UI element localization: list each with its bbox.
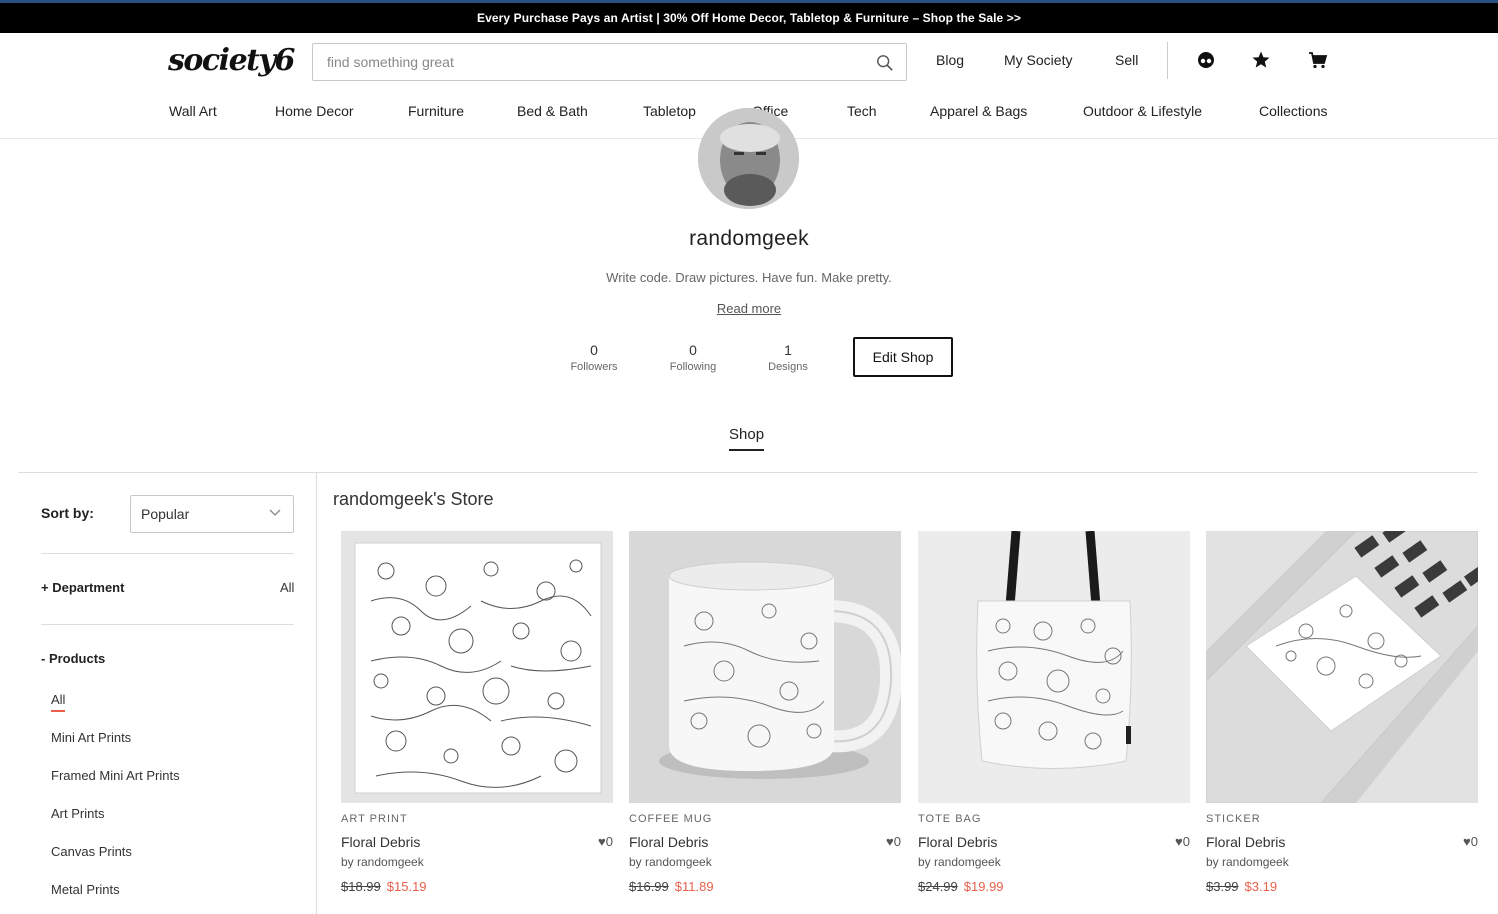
like-count: 0	[1470, 834, 1478, 849]
product-card[interactable]: COFFEE MUG Floral Debris ♥0 by randomgee…	[629, 531, 901, 894]
stat-followers[interactable]: 0 Followers	[554, 342, 634, 373]
content-divider	[18, 472, 1478, 473]
category-outdoor-lifestyle[interactable]: Outdoor & Lifestyle	[1083, 103, 1202, 119]
heart-icon: ♥	[598, 834, 606, 849]
like-count: 0	[1182, 834, 1190, 849]
product-card[interactable]: ART PRINT Floral Debris ♥0 by randomgeek…	[341, 531, 613, 894]
stat-following-count: 0	[689, 342, 697, 358]
product-filter-canvas-prints[interactable]: Canvas Prints	[51, 844, 132, 859]
stat-followers-count: 0	[590, 342, 598, 358]
product-filter-framed-mini-art-prints[interactable]: Framed Mini Art Prints	[51, 768, 180, 783]
product-title[interactable]: Floral Debris	[629, 834, 708, 850]
product-artist[interactable]: by randomgeek	[629, 855, 901, 869]
header-divider	[1167, 42, 1168, 79]
category-home-decor[interactable]: Home Decor	[275, 103, 354, 119]
sort-select[interactable]: Popular	[130, 495, 294, 533]
stat-designs-label: Designs	[768, 361, 808, 373]
edit-shop-button[interactable]: Edit Shop	[853, 337, 953, 377]
search-icon[interactable]	[876, 54, 894, 72]
like-button[interactable]: ♥0	[598, 834, 613, 850]
star-icon[interactable]	[1251, 50, 1271, 70]
product-image-tote-bag[interactable]	[918, 531, 1190, 803]
profile-avatar	[698, 108, 799, 209]
product-card[interactable]: STICKER Floral Debris ♥0 by randomgeek $…	[1206, 531, 1478, 894]
sort-label: Sort by:	[41, 505, 94, 521]
category-collections[interactable]: Collections	[1259, 103, 1327, 119]
nav-link-blog[interactable]: Blog	[936, 52, 964, 68]
category-bed-bath[interactable]: Bed & Bath	[517, 103, 588, 119]
profile-bio: Write code. Draw pictures. Have fun. Mak…	[606, 270, 892, 285]
search-box	[312, 43, 907, 81]
heart-icon: ♥	[1463, 834, 1471, 849]
product-title[interactable]: Floral Debris	[341, 834, 420, 850]
cart-icon[interactable]	[1308, 50, 1328, 70]
sale-price: $19.99	[963, 879, 1004, 894]
department-filter-value: All	[280, 580, 295, 595]
heart-icon: ♥	[886, 834, 894, 849]
product-type: COFFEE MUG	[629, 813, 713, 825]
category-tabletop[interactable]: Tabletop	[643, 103, 696, 119]
original-price: $18.99	[341, 879, 381, 894]
sale-price: $15.19	[386, 879, 427, 894]
like-count: 0	[605, 834, 613, 849]
products-filter-toggle[interactable]: - Products	[41, 651, 105, 666]
original-price: $16.99	[629, 879, 669, 894]
product-title[interactable]: Floral Debris	[1206, 834, 1285, 850]
product-card[interactable]: TOTE BAG Floral Debris ♥0 by randomgeek …	[918, 531, 1190, 894]
product-artist[interactable]: by randomgeek	[918, 855, 1190, 869]
stat-followers-label: Followers	[570, 361, 618, 373]
product-filter-metal-prints[interactable]: Metal Prints	[51, 882, 120, 897]
product-artist[interactable]: by randomgeek	[341, 855, 613, 869]
sale-price: $11.89	[674, 879, 714, 894]
category-apparel-bags[interactable]: Apparel & Bags	[930, 103, 1027, 119]
promo-text[interactable]: Every Purchase Pays an Artist | 30% Off …	[477, 11, 1021, 25]
tab-shop[interactable]: Shop	[729, 426, 765, 451]
category-furniture[interactable]: Furniture	[408, 103, 464, 119]
category-tech[interactable]: Tech	[847, 103, 877, 119]
nav-link-my-society[interactable]: My Society	[1004, 52, 1072, 68]
product-image-coffee-mug[interactable]	[629, 531, 901, 803]
stat-designs-count: 1	[784, 342, 792, 358]
product-type: TOTE BAG	[918, 813, 982, 825]
read-more-link[interactable]: Read more	[717, 301, 781, 316]
stat-designs[interactable]: 1 Designs	[748, 342, 828, 373]
site-logo[interactable]: society6	[168, 43, 295, 78]
stat-following-label: Following	[669, 361, 717, 373]
like-count: 0	[893, 834, 901, 849]
product-image-art-print[interactable]	[341, 531, 613, 803]
heart-icon: ♥	[1175, 834, 1183, 849]
department-filter-toggle[interactable]: + Department	[41, 580, 124, 595]
nav-link-sell[interactable]: Sell	[1115, 52, 1138, 68]
product-filter-art-prints[interactable]: Art Prints	[51, 806, 104, 821]
sale-price: $3.19	[1244, 879, 1278, 894]
sidebar-separator	[41, 624, 294, 625]
profile-username: randomgeek	[689, 227, 809, 250]
read-more-container: Read more	[0, 301, 1498, 316]
product-type: STICKER	[1206, 813, 1261, 825]
store-title: randomgeek's Store	[333, 489, 494, 509]
product-filter-all[interactable]: All	[51, 692, 66, 712]
like-button[interactable]: ♥0	[886, 834, 901, 850]
sort-value: Popular	[141, 506, 190, 522]
product-type: ART PRINT	[341, 813, 408, 825]
like-button[interactable]: ♥0	[1463, 834, 1478, 850]
product-filter-mini-art-prints[interactable]: Mini Art Prints	[51, 730, 131, 745]
product-title[interactable]: Floral Debris	[918, 834, 997, 850]
category-wall-art[interactable]: Wall Art	[169, 103, 217, 119]
product-artist[interactable]: by randomgeek	[1206, 855, 1478, 869]
original-price: $3.99	[1206, 879, 1239, 894]
stat-following[interactable]: 0 Following	[653, 342, 733, 373]
sidebar-divider	[316, 473, 317, 914]
chevron-down-icon	[269, 509, 281, 516]
promo-banner[interactable]: Every Purchase Pays an Artist | 30% Off …	[0, 3, 1498, 33]
sidebar-separator	[41, 553, 294, 554]
account-icon[interactable]	[1196, 50, 1216, 70]
original-price: $24.99	[918, 879, 958, 894]
product-image-sticker[interactable]	[1206, 531, 1478, 803]
search-input[interactable]	[313, 45, 853, 79]
like-button[interactable]: ♥0	[1175, 834, 1190, 850]
